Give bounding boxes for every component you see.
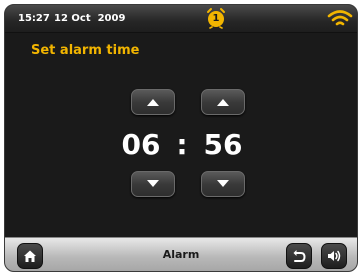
alarm-indicator: 1 (205, 7, 227, 29)
wifi-icon (327, 10, 353, 26)
back-button[interactable] (286, 243, 312, 269)
triangle-down-icon (147, 180, 159, 187)
status-bar: 15:27 12 Oct 2009 1 (5, 5, 357, 33)
device-screen: 15:27 12 Oct 2009 1 Set alarm time 06 : … (4, 4, 358, 272)
alarm-time-display: 06 : 56 (5, 126, 357, 162)
clock-date: 12 Oct 2009 (54, 13, 126, 24)
volume-icon (328, 250, 341, 262)
back-icon (293, 250, 306, 262)
hour-up-button[interactable] (131, 89, 175, 115)
page-title: Set alarm time (31, 43, 140, 58)
triangle-up-icon (147, 99, 159, 106)
minute-up-button[interactable] (201, 89, 245, 115)
alarm-hours: 06 (121, 127, 161, 161)
volume-button[interactable] (321, 243, 347, 269)
bottom-bar: Alarm (5, 237, 357, 271)
minute-down-button[interactable] (201, 171, 245, 197)
alarm-number: 1 (212, 13, 220, 24)
clock-time: 15:27 (18, 13, 50, 24)
triangle-down-icon (217, 180, 229, 187)
hour-down-button[interactable] (131, 171, 175, 197)
time-separator: : (176, 127, 188, 161)
alarm-minutes: 56 (203, 127, 243, 161)
triangle-up-icon (217, 99, 229, 106)
